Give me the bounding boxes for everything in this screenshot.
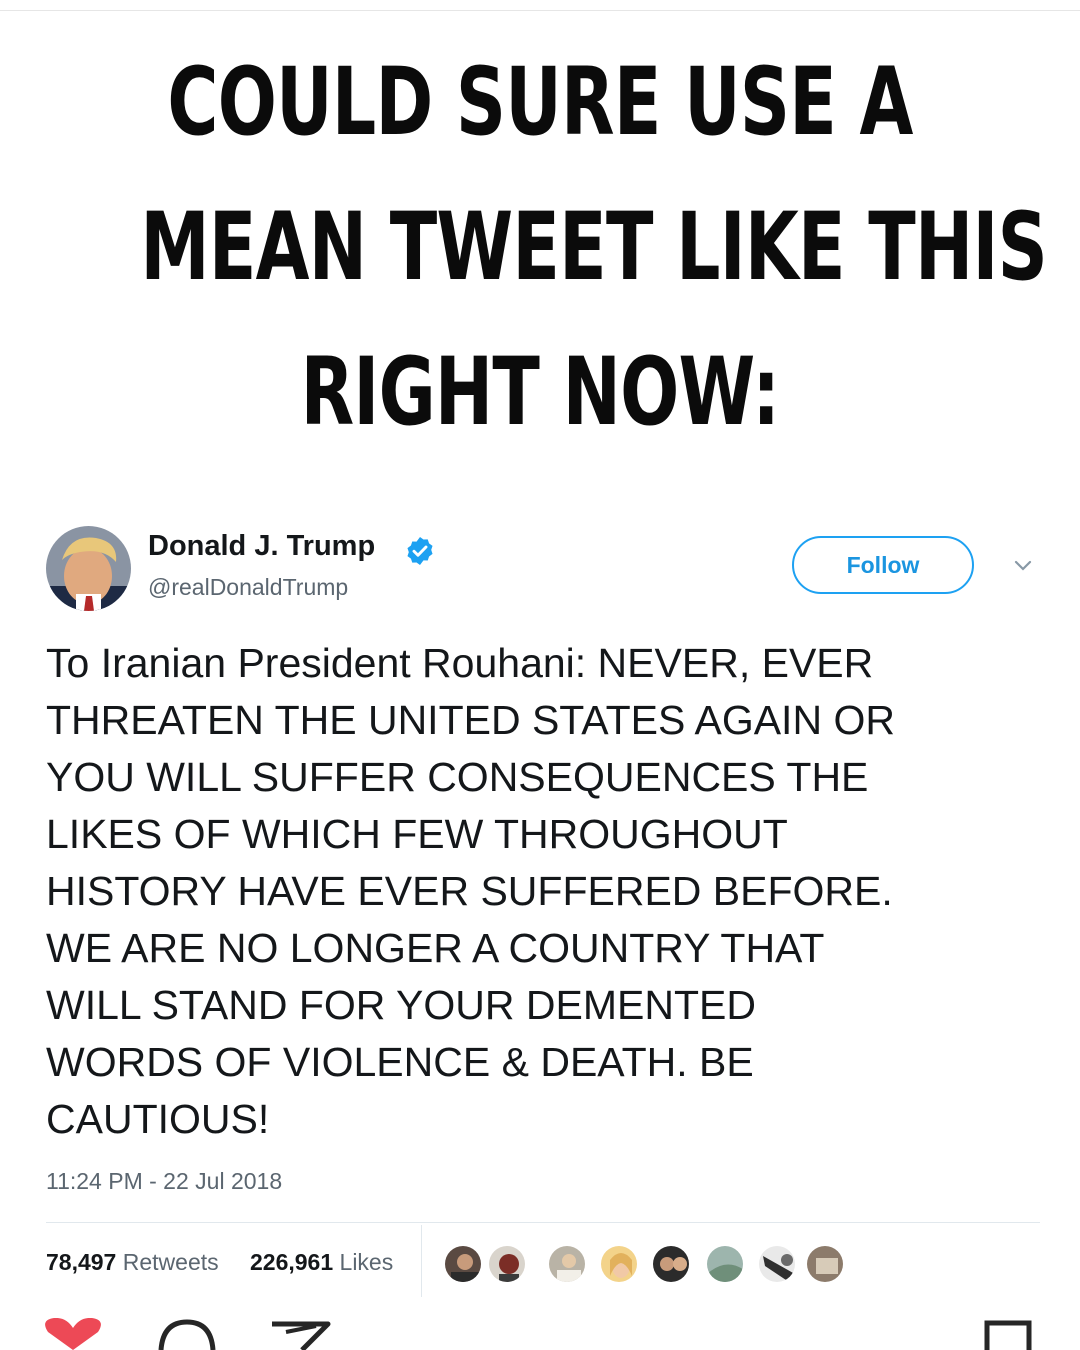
avatar[interactable] (46, 526, 131, 611)
like-stat[interactable]: 226,961 Likes (250, 1249, 393, 1276)
liker-avatar[interactable] (599, 1244, 639, 1284)
comment-icon[interactable] (155, 1318, 219, 1350)
top-divider (0, 10, 1080, 11)
headline-line-3: RIGHT NOW: (300, 338, 781, 447)
like-count: 226,961 (250, 1249, 334, 1275)
liker-avatar[interactable] (757, 1244, 797, 1284)
like-label: Likes (339, 1249, 394, 1275)
meme-headline: COULD SURE USE A MEAN TWEET LIKE THIS RI… (140, 30, 1047, 465)
liker-avatar[interactable] (443, 1244, 483, 1284)
headline-line-1: COULD SURE USE A (167, 48, 913, 157)
stats-divider (46, 1222, 1040, 1223)
liker-avatar[interactable] (705, 1244, 745, 1284)
chevron-down-icon[interactable] (1010, 556, 1036, 576)
verified-badge-icon (407, 537, 433, 565)
liker-avatar[interactable] (805, 1244, 845, 1284)
tweet-text: To Iranian President Rouhani: NEVER, EVE… (46, 640, 895, 1142)
retweet-stat[interactable]: 78,497 Retweets (46, 1249, 219, 1276)
follow-button[interactable]: Follow (792, 536, 974, 594)
heart-icon[interactable] (40, 1318, 106, 1350)
retweet-count: 78,497 (46, 1249, 117, 1275)
liker-avatar[interactable] (547, 1244, 587, 1284)
author-name[interactable]: Donald J. Trump (148, 530, 375, 563)
action-bar (0, 1318, 1080, 1350)
headline-line-2: MEAN TWEET LIKE THIS (140, 193, 1047, 302)
tweet-timestamp[interactable]: 11:24 PM - 22 Jul 2018 (46, 1168, 282, 1195)
liker-avatar[interactable] (651, 1244, 691, 1284)
retweet-label: Retweets (122, 1249, 219, 1275)
author-handle[interactable]: @realDonaldTrump (148, 574, 348, 601)
share-icon[interactable] (268, 1318, 332, 1350)
bookmark-icon[interactable] (982, 1318, 1034, 1350)
liker-avatar[interactable] (487, 1244, 527, 1284)
stats-vertical-divider (421, 1225, 422, 1297)
